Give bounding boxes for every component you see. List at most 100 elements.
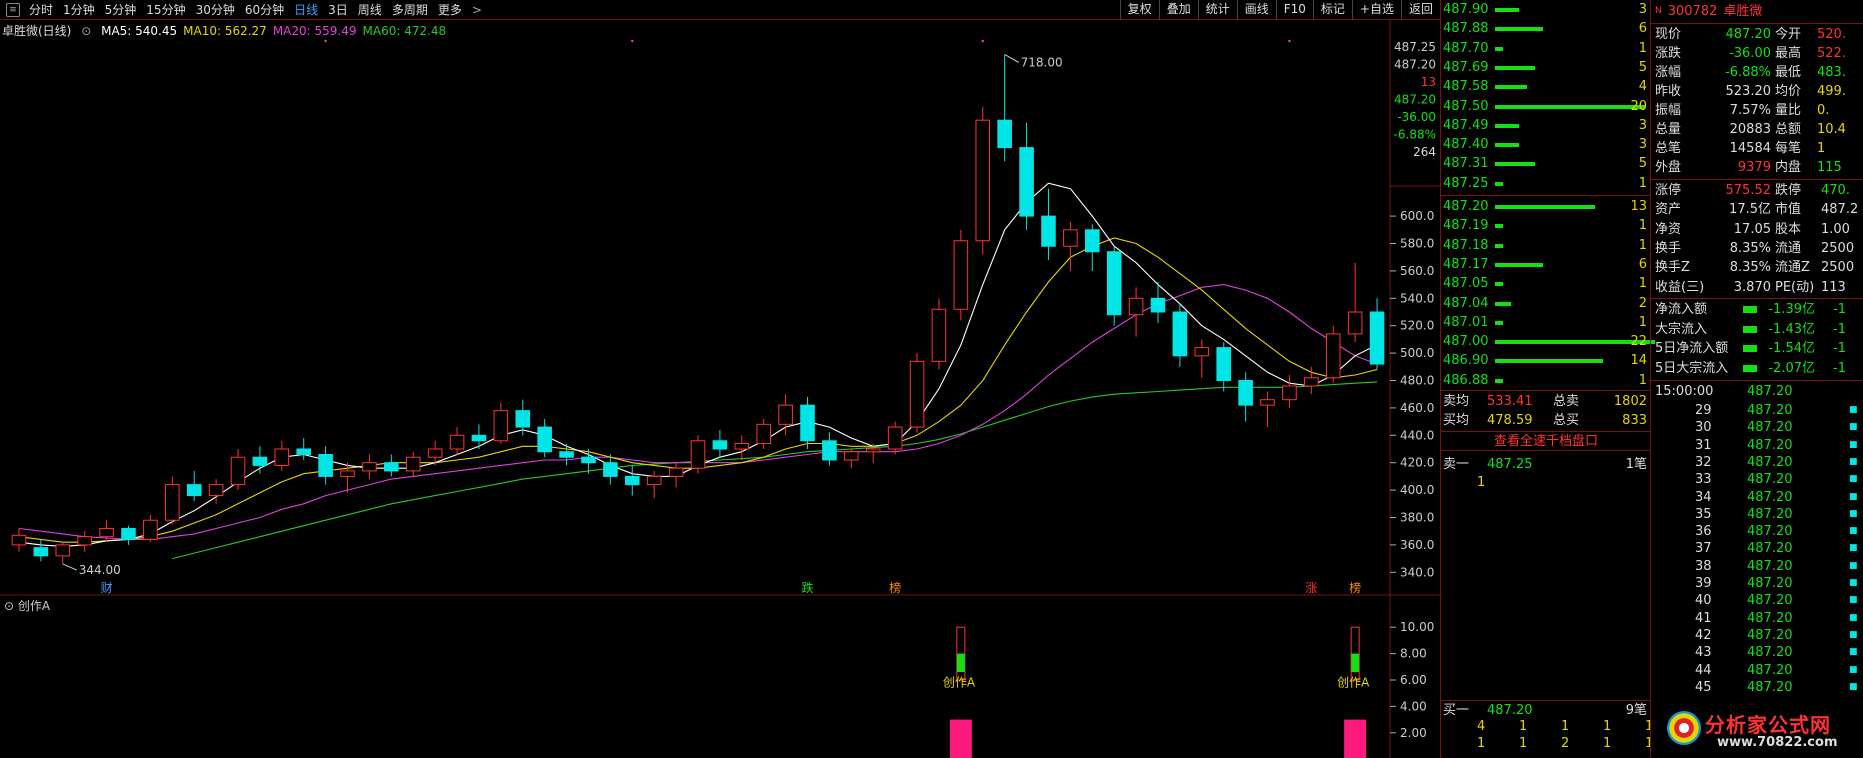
period-tab-9[interactable]: 多周期 (387, 1, 433, 18)
toolbar-btn-7[interactable]: 返回 (1400, 0, 1440, 20)
sell-row-9[interactable]: 487.25 1 (1441, 174, 1651, 193)
price-label: 440.0 (1400, 428, 1434, 442)
buy-price: 487.19 (1443, 218, 1489, 234)
buy-row-8[interactable]: 486.90 14 (1441, 351, 1651, 370)
period-tab-5[interactable]: 60分钟 (240, 1, 289, 18)
period-tab-6[interactable]: 日线 (289, 1, 323, 18)
buy-row-7[interactable]: 487.00 22 (1441, 332, 1655, 351)
candle-body (1019, 147, 1034, 217)
sell-row-6[interactable]: 487.49 3 (1441, 116, 1651, 135)
sell-row-4[interactable]: 487.58 4 (1441, 77, 1651, 96)
tick-row-9: 38 487.20 ■ (1651, 557, 1863, 576)
candle-49 (1084, 224, 1100, 271)
tick-price: 487.20 (1747, 506, 1793, 522)
period-tab-2[interactable]: 5分钟 (100, 1, 142, 18)
candle-62 (1369, 298, 1385, 370)
candle-45 (997, 54, 1012, 162)
buy-row-0[interactable]: 487.20 13 (1441, 197, 1651, 216)
buy-row-6[interactable]: 487.01 1 (1441, 313, 1651, 332)
period-tab-8[interactable]: 周线 (353, 1, 387, 18)
buy-row-9[interactable]: 486.88 1 (1441, 371, 1651, 390)
more-chevron-icon[interactable]: > (467, 3, 487, 17)
flow-row-3: 5日大宗流入 -2.07亿 -1 (1651, 359, 1863, 378)
candle-2 (55, 542, 71, 565)
toolbar-btn-1[interactable]: 叠加 (1158, 0, 1198, 20)
buy1-qty: 1 (1477, 736, 1486, 751)
sell-row-2[interactable]: 487.70 1 (1441, 39, 1651, 58)
book-divider (1441, 195, 1651, 196)
period-tab-3[interactable]: 15分钟 (141, 1, 190, 18)
sell-row-5[interactable]: 487.50 20 (1441, 97, 1651, 116)
tick-price: 487.20 (1747, 679, 1793, 695)
period-tab-1[interactable]: 1分钟 (58, 1, 100, 18)
buy-row-4[interactable]: 487.05 1 (1441, 274, 1651, 293)
candle-body (230, 456, 246, 486)
quote-val2: 483. (1817, 65, 1846, 80)
toolbar-btn-5[interactable]: 标记 (1312, 0, 1352, 20)
period-tab-7[interactable]: 3日 (323, 1, 353, 18)
kline-chart[interactable]: 600.0 580.0 560.0 540.0 520.0 500.0 480.0 460.0… (0, 20, 1440, 596)
settings-icon[interactable]: ⊙ (81, 24, 91, 38)
candle-47 (1041, 188, 1056, 260)
toolbar-btn-4[interactable]: F10 (1275, 0, 1313, 20)
sell-row-0[interactable]: 487.90 3 (1441, 0, 1651, 19)
sell-bar (1495, 27, 1543, 32)
sell-price: 487.88 (1443, 21, 1489, 37)
flow-trend: -1 (1833, 360, 1846, 376)
toolbar-btn-6[interactable]: +自选 (1351, 0, 1401, 20)
candle-body (1128, 297, 1144, 316)
buy-bar (1495, 243, 1503, 248)
toolbar-btn-2[interactable]: 统计 (1197, 0, 1237, 20)
price-label: 600.0 (1400, 209, 1434, 223)
buy-vol: 1 (1638, 276, 1647, 292)
tick-price: 487.20 (1747, 454, 1793, 470)
watermark-url: www.70822.com (1717, 735, 1838, 750)
candle-body (734, 443, 750, 450)
candle-37 (822, 432, 837, 466)
quote-key: 振幅 (1655, 103, 1682, 118)
buy-row-5[interactable]: 487.04 2 (1441, 294, 1651, 313)
buy-vol: 22 (1630, 334, 1647, 350)
sell-bar (1495, 104, 1645, 109)
indicator-chart[interactable]: ⊙ 创作A 10.00 8.00 6.00 4.00 2.00 创作A 创作A (0, 596, 1440, 758)
buy-row-1[interactable]: 487.19 1 (1441, 216, 1651, 235)
buy-bar (1495, 205, 1595, 209)
candle-body (77, 536, 92, 546)
candle-38 (844, 449, 859, 469)
tick-dir: ■ (1849, 578, 1858, 588)
quote-val2: 522. (1817, 46, 1846, 61)
buy1-qty: 1 (1561, 719, 1570, 734)
chart-menu-icon[interactable]: ≡ (6, 2, 20, 17)
tick-minute: 29 (1695, 403, 1712, 418)
period-tab-0[interactable]: 分时 (24, 1, 58, 18)
tick-row-15: 44 487.20 ■ (1651, 661, 1863, 680)
buy-row-2[interactable]: 487.18 1 (1441, 236, 1651, 255)
fin-key2: PE(动) (1775, 279, 1815, 295)
candle-body (55, 544, 71, 557)
candle-body (384, 462, 399, 472)
tick-row-1: 30 487.20 ■ (1651, 418, 1863, 437)
sell-bar (1495, 65, 1535, 70)
tick-minute: 37 (1695, 541, 1712, 557)
buy-bar (1495, 301, 1511, 306)
toolbar-btn-3[interactable]: 画线 (1236, 0, 1276, 20)
period-tab-4[interactable]: 30分钟 (191, 1, 240, 18)
tick-dir: ■ (1849, 629, 1858, 640)
tick-price-head: 487.20 (1747, 384, 1793, 399)
buy1-key: 买一 (1443, 703, 1470, 718)
axis-top-label: 13 (1421, 75, 1436, 89)
buy-row-3[interactable]: 487.17 6 (1441, 255, 1651, 274)
sell-row-8[interactable]: 487.31 5 (1441, 154, 1651, 173)
sell-row-7[interactable]: 487.40 3 (1441, 135, 1651, 154)
tick-minute: 44 (1695, 662, 1712, 678)
sell-row-3[interactable]: 487.69 5 (1441, 58, 1651, 77)
toolbar-btn-0[interactable]: 复权 (1119, 0, 1159, 20)
period-tab-10[interactable]: 更多 (433, 1, 467, 18)
level2-button[interactable]: 查看全速千档盘口 (1441, 431, 1651, 451)
sell1-key: 卖一 (1443, 457, 1470, 472)
buy-price: 486.90 (1443, 353, 1489, 369)
fin-val: 8.35% (1729, 240, 1771, 256)
sell-row-1[interactable]: 487.88 6 (1441, 19, 1651, 38)
candle-body (318, 453, 333, 477)
tick-minute: 34 (1695, 489, 1712, 505)
